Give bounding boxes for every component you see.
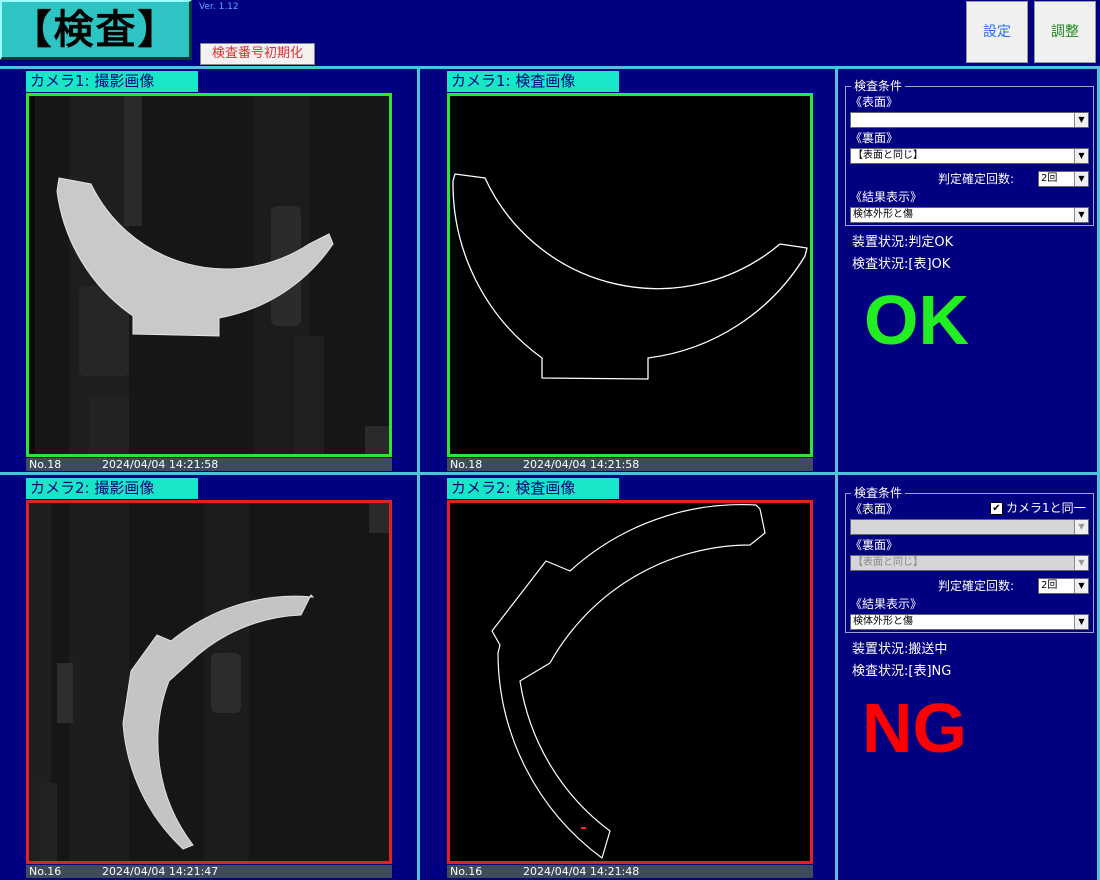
defect-marker (581, 827, 586, 829)
chevron-down-icon[interactable]: ▼ (1074, 615, 1088, 629)
left-column-divider (417, 66, 420, 880)
select-value: 検体外形と傷 (853, 209, 913, 220)
reset-inspection-number-button[interactable]: 検査番号初期化 (200, 43, 315, 65)
camera1-display-select[interactable]: 検体外形と傷 ▼ (850, 207, 1089, 223)
camera2-front-select[interactable]: ▼ (850, 519, 1089, 535)
camera2-inspection-image (447, 500, 813, 864)
chevron-down-icon[interactable]: ▼ (1074, 556, 1088, 570)
camera2-count-label: 判定確定回数: (938, 579, 1015, 593)
camera1-count-label: 判定確定回数: (938, 172, 1015, 186)
camera2-device-status: 装置状況:搬送中 (852, 642, 948, 657)
camera1-inspection-status: 検査状況:[表]OK (852, 257, 951, 272)
camera1-back-select[interactable]: 【表面と同じ】 ▼ (850, 148, 1089, 164)
settings-button[interactable]: 設定 (966, 1, 1028, 63)
camera2-inspection-footer: No.16 2024/04/04 14:21:48 (447, 865, 813, 878)
camera2-back-label: 《裏面》 (850, 538, 899, 552)
camera2-front-label: 《表面》 (850, 502, 899, 516)
image-number: No.18 (29, 458, 62, 471)
tab-camera1-capture: カメラ1: 撮影画像 (26, 71, 198, 92)
camera1-device-status: 装置状況:判定OK (852, 235, 954, 250)
select-value: 2回 (1041, 173, 1058, 184)
camera1-inspection-footer: No.18 2024/04/04 14:21:58 (447, 458, 813, 471)
right-column-divider (835, 66, 838, 880)
camera1-settings-title: 検査条件 (851, 79, 906, 93)
chevron-down-icon[interactable]: ▼ (1074, 208, 1088, 222)
image-number: No.16 (450, 865, 483, 878)
chevron-down-icon[interactable]: ▼ (1074, 579, 1088, 593)
image-timestamp: 2024/04/04 14:21:47 (102, 865, 219, 878)
app-title: 【検査】 (0, 0, 192, 60)
select-value: 【表面と同じ】 (853, 557, 923, 568)
camera1-front-label: 《表面》 (850, 95, 899, 109)
camera1-inspection-image (447, 93, 813, 457)
camera1-capture-photo (29, 96, 389, 454)
chevron-down-icon[interactable]: ▼ (1074, 113, 1088, 127)
image-number: No.16 (29, 865, 62, 878)
camera1-count-select[interactable]: 2回 ▼ (1038, 171, 1089, 187)
select-value: 2回 (1041, 580, 1058, 591)
tab-camera1-inspection: カメラ1: 検査画像 (447, 71, 619, 92)
camera1-capture-footer: No.18 2024/04/04 14:21:58 (26, 458, 392, 471)
chevron-down-icon[interactable]: ▼ (1074, 149, 1088, 163)
image-timestamp: 2024/04/04 14:21:48 (523, 865, 640, 878)
camera2-result: NG (862, 689, 967, 767)
camera2-count-select[interactable]: 2回 ▼ (1038, 578, 1089, 594)
chevron-down-icon[interactable]: ▼ (1074, 172, 1088, 186)
chevron-down-icon[interactable]: ▼ (1074, 520, 1088, 534)
image-timestamp: 2024/04/04 14:21:58 (523, 458, 640, 471)
camera2-display-label: 《結果表示》 (850, 597, 923, 611)
version-label: Ver. 1.12 (199, 2, 239, 12)
camera2-capture-footer: No.16 2024/04/04 14:21:47 (26, 865, 392, 878)
top-divider (0, 66, 1100, 69)
camera1-back-label: 《裏面》 (850, 131, 899, 145)
same-as-camera1-label: カメラ1と同一 (1006, 501, 1086, 515)
tab-camera2-inspection: カメラ2: 検査画像 (447, 478, 619, 499)
camera2-capture-photo (29, 503, 389, 861)
camera1-front-select[interactable]: ▼ (850, 112, 1089, 128)
camera2-settings-title: 検査条件 (851, 486, 906, 500)
image-timestamp: 2024/04/04 14:21:58 (102, 458, 219, 471)
camera1-display-label: 《結果表示》 (850, 190, 923, 204)
camera2-capture-image (26, 500, 392, 864)
camera2-back-select[interactable]: 【表面と同じ】 ▼ (850, 555, 1089, 571)
image-number: No.18 (450, 458, 483, 471)
camera2-display-select[interactable]: 検体外形と傷 ▼ (850, 614, 1089, 630)
camera2-inspection-outline (450, 503, 810, 861)
same-as-camera1-checkbox[interactable]: ✔ (990, 502, 1003, 515)
adjust-button[interactable]: 調整 (1034, 1, 1096, 63)
select-value: 検体外形と傷 (853, 616, 913, 627)
select-value: 【表面と同じ】 (853, 150, 923, 161)
camera1-result: OK (864, 281, 969, 359)
middle-divider (0, 472, 1100, 475)
camera1-capture-image (26, 93, 392, 457)
tab-camera2-capture: カメラ2: 撮影画像 (26, 478, 198, 499)
camera1-inspection-outline (450, 96, 810, 454)
camera2-inspection-status: 検査状況:[表]NG (852, 664, 952, 679)
